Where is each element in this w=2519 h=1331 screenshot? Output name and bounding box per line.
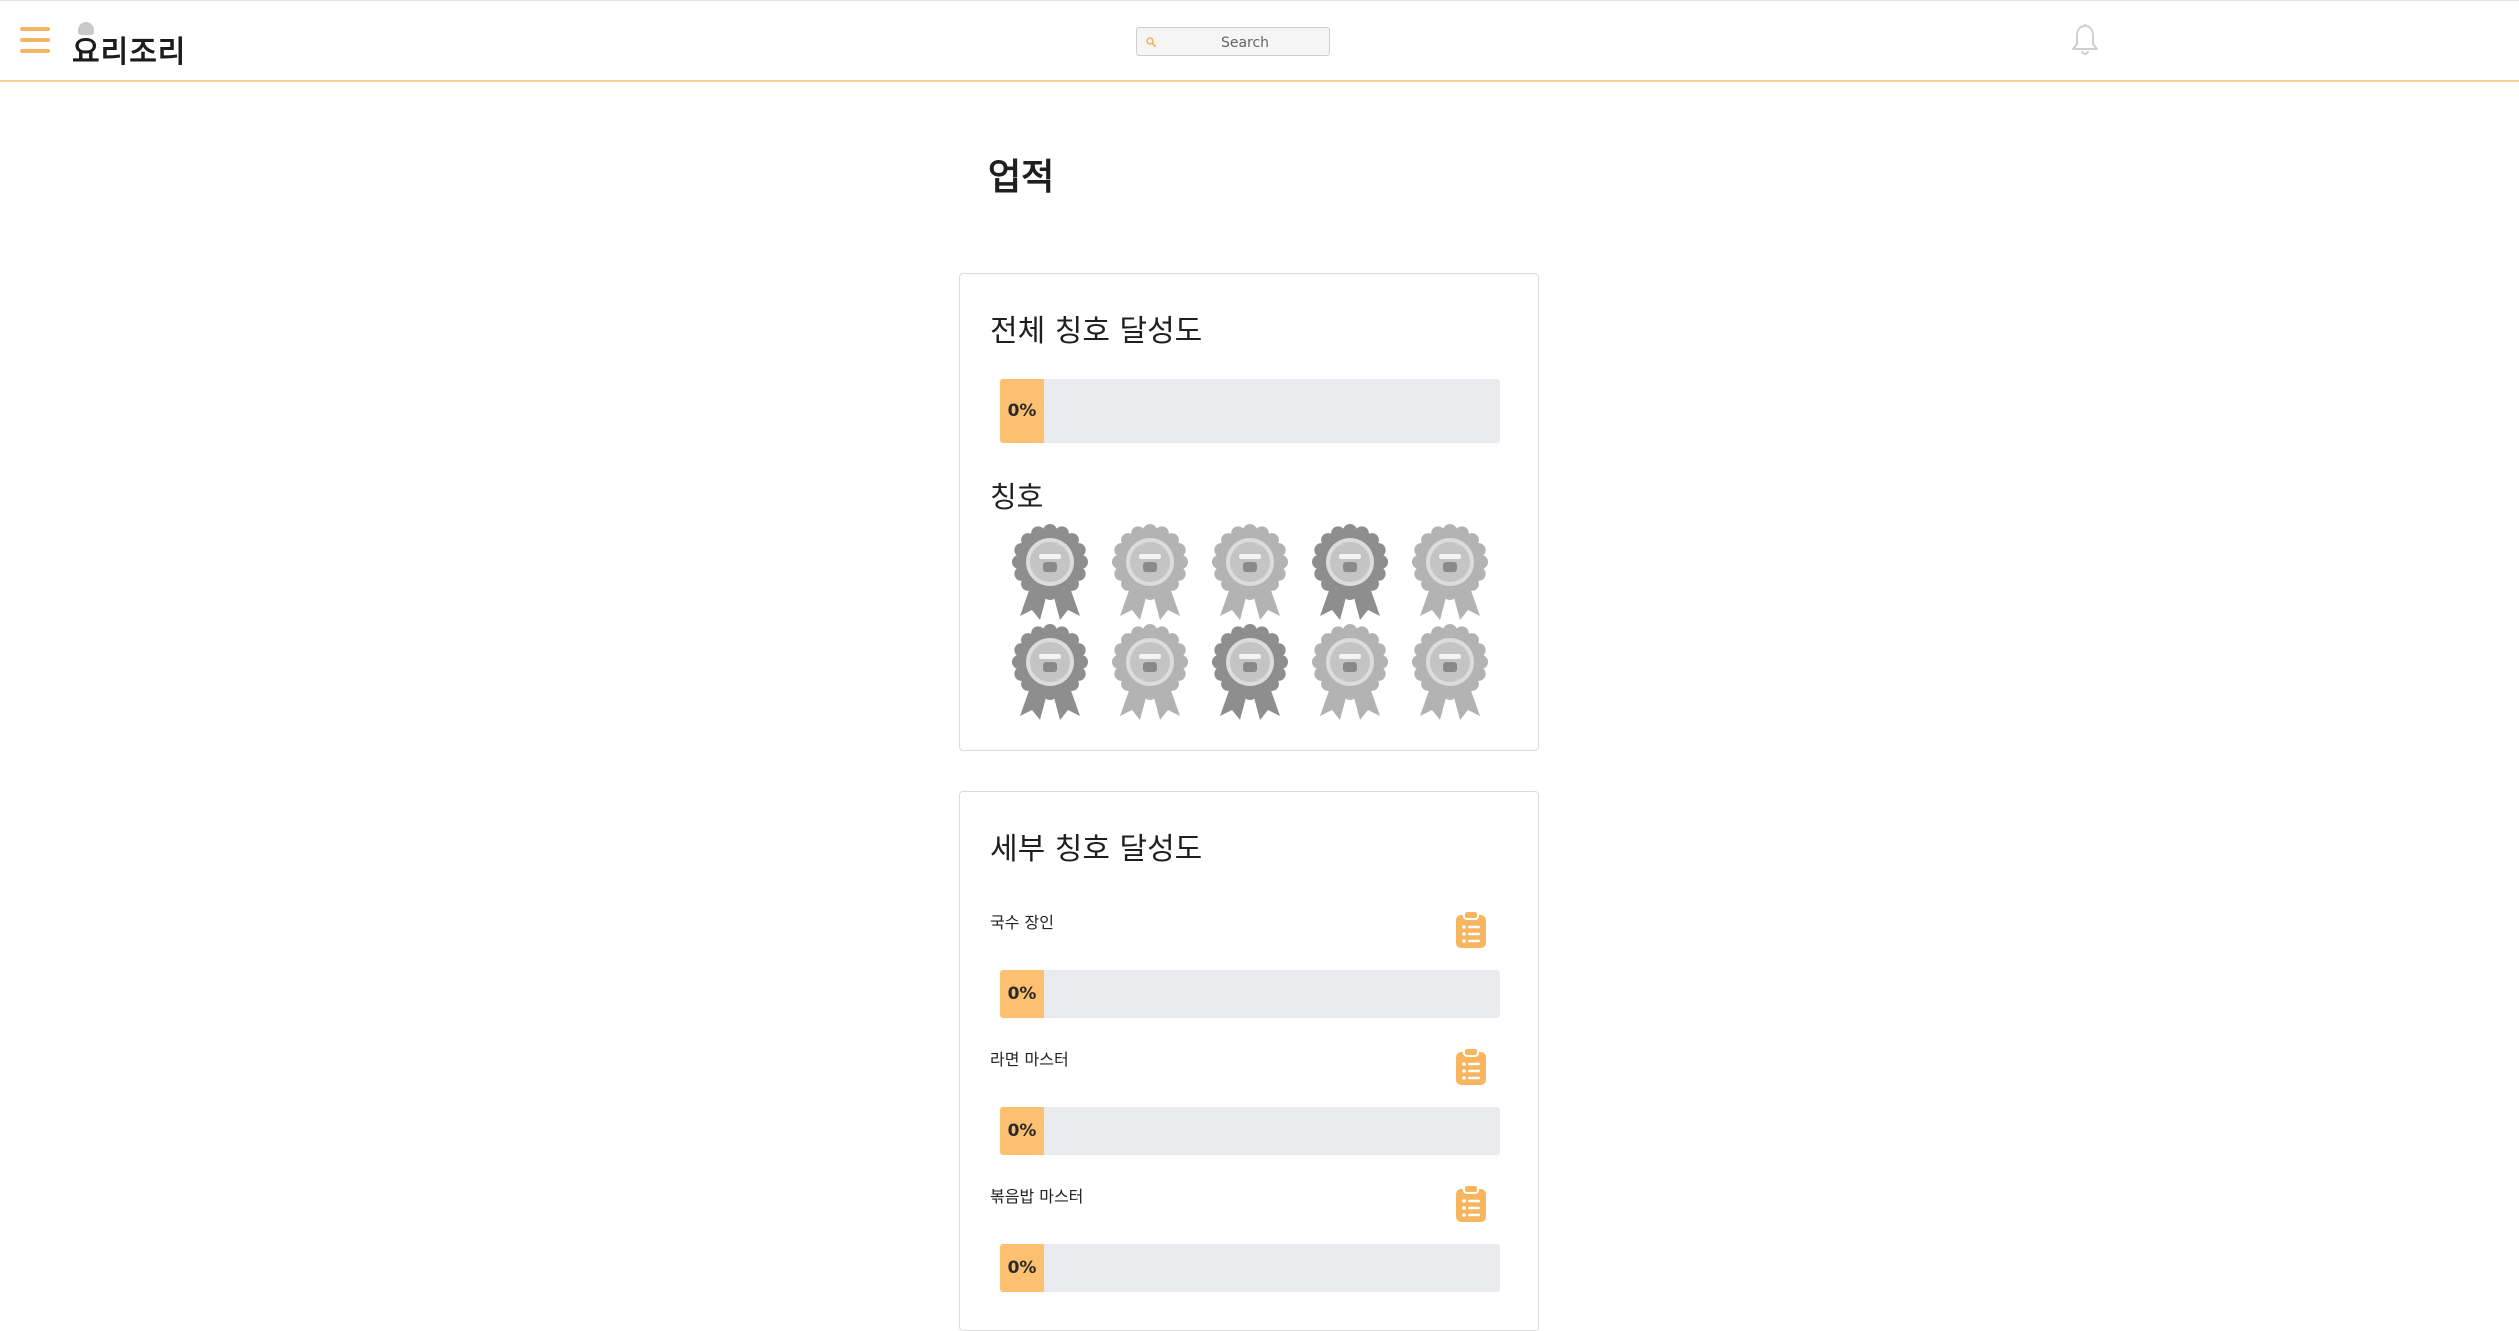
search-box[interactable] [1136,27,1330,56]
notification-bell-icon[interactable] [2070,23,2100,57]
badges-section-label: 칭호 [990,480,1044,514]
overall-achievement-card: 전체 칭호 달성도 0% 칭호 [959,273,1539,751]
detail-progress-label: 0% [1007,984,1037,1004]
detail-progress-bar: 0% [1000,1107,1500,1155]
detail-item: 볶음밥 마스터 0% [960,1183,1540,1313]
knife-badge-icon[interactable] [1100,624,1200,724]
detail-achievement-card: 세부 칭호 달성도 국수 장인 0% 라면 마스터 0% 볶음밥 마스터 0% [959,791,1539,1331]
logo-text: 요리조리 [72,35,187,70]
overall-progress-label: 0% [1007,401,1037,421]
detail-progress-label: 0% [1007,1121,1037,1141]
detail-progress-bar: 0% [1000,1244,1500,1292]
fried-rice-badge-icon[interactable] [1200,524,1300,624]
ramen-badge-icon[interactable] [1100,524,1200,624]
detail-progress-bar: 0% [1000,970,1500,1018]
badge-grid [1000,524,1500,724]
pot-badge-icon[interactable] [1200,624,1300,724]
page-title: 업적 [988,157,1055,198]
detail-progress-title: 세부 칭호 달성도 [990,832,1203,867]
detail-item: 라면 마스터 0% [960,1046,1540,1176]
noodle-badge-icon[interactable] [1000,524,1100,624]
overall-progress-bar: 0% [1000,379,1500,443]
rabbit-badge-icon[interactable] [1300,624,1400,724]
overall-progress-title: 전체 칭호 달성도 [990,314,1203,349]
seafood-badge-icon[interactable] [1300,524,1400,624]
drink-badge-icon[interactable] [1000,624,1100,724]
detail-progress-label: 0% [1007,1258,1037,1278]
search-icon [1146,37,1156,47]
detail-item-name: 라면 마스터 [990,1050,1069,1069]
detail-item: 국수 장인 0% [960,909,1540,1039]
detail-item-name: 국수 장인 [990,913,1054,932]
flower-badge-icon[interactable] [1400,624,1500,724]
clipboard-list-icon[interactable] [1454,1183,1488,1223]
search-input[interactable] [1163,30,1327,55]
detail-item-name: 볶음밥 마스터 [990,1187,1084,1206]
clipboard-list-icon[interactable] [1454,1046,1488,1086]
top-navigation-bar: 요리조리 [0,0,2519,82]
clipboard-list-icon[interactable] [1454,909,1488,949]
salad-badge-icon[interactable] [1400,524,1500,624]
hamburger-menu-icon[interactable] [20,27,50,53]
